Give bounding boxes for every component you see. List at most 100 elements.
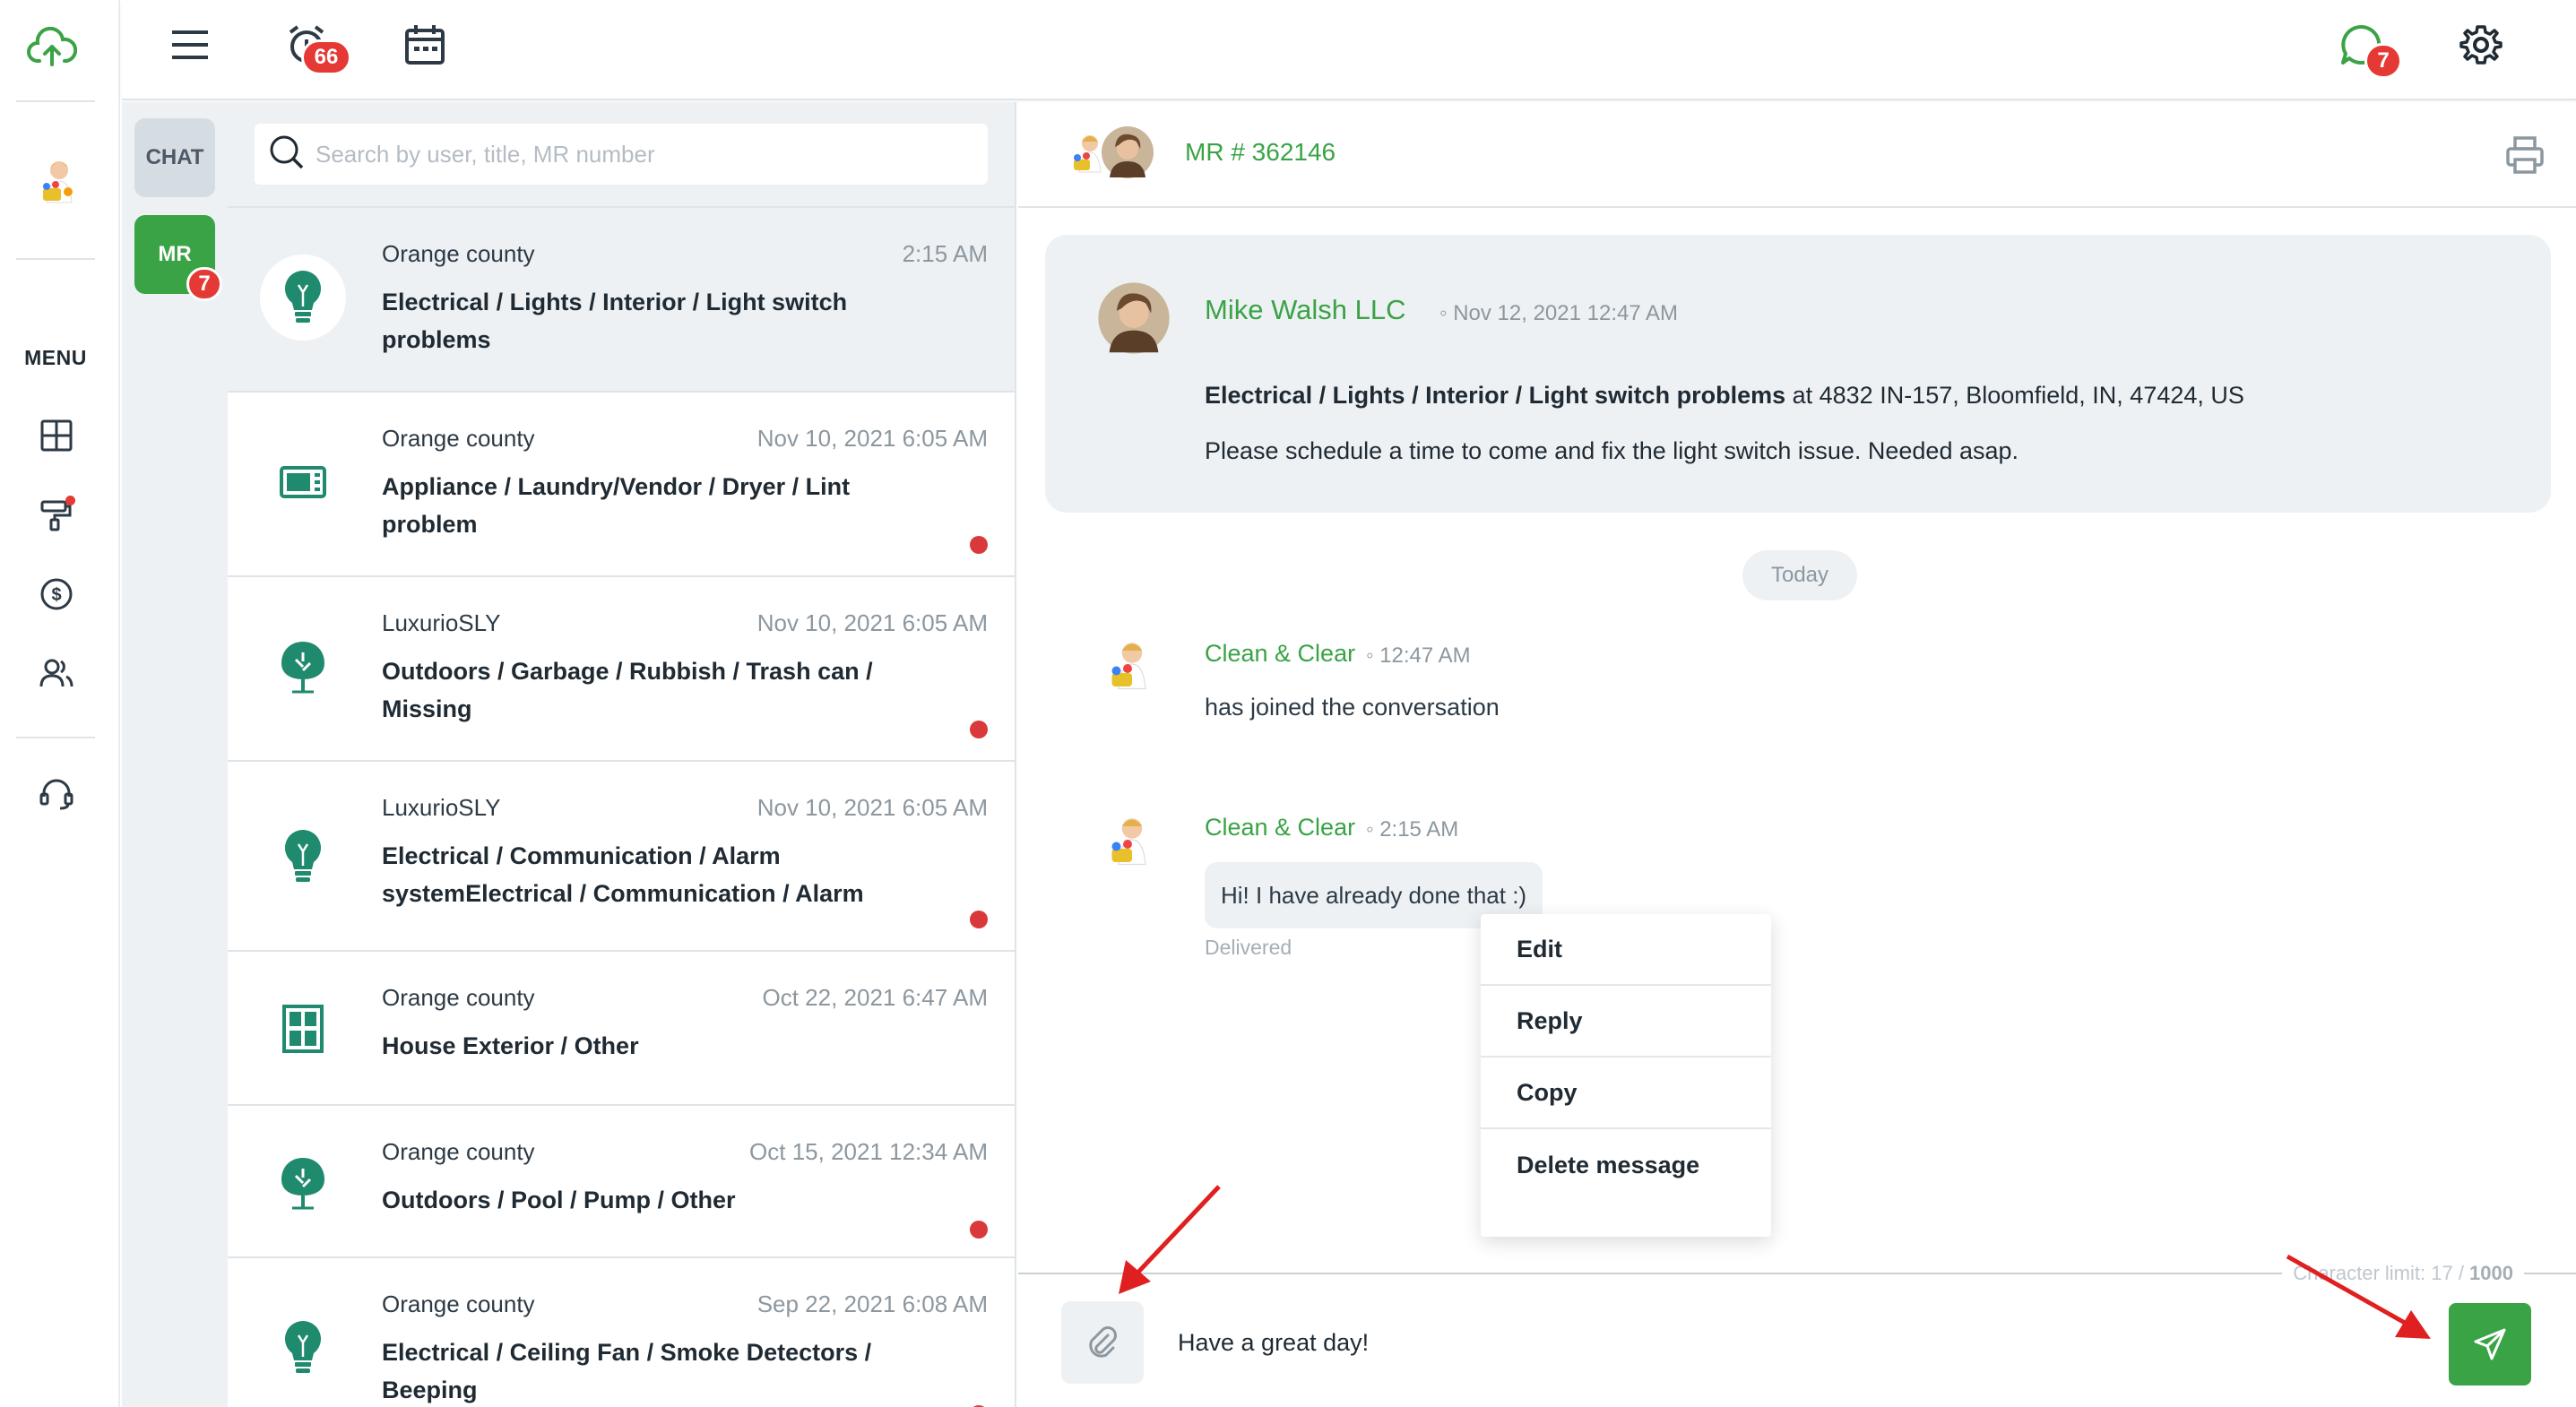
message-input[interactable] [1178, 1317, 2343, 1368]
conversation-item[interactable]: Orange county Oct 22, 2021 6:47 AM House… [228, 952, 1015, 1106]
conversation-title: Outdoors / Pool / Pump / Other [382, 1187, 736, 1213]
settings-gear-icon[interactable] [2456, 20, 2506, 70]
print-icon[interactable] [2504, 134, 2546, 176]
sender-avatar [1101, 808, 1163, 871]
conversation-time: Nov 10, 2021 6:05 AM [756, 425, 988, 452]
alerts-count-badge: 66 [301, 39, 351, 75]
mr-number: MR # 362146 [1185, 138, 1336, 166]
svg-text:$: $ [51, 585, 61, 605]
cloud-upload-logo-icon[interactable] [27, 26, 78, 70]
left-rail: MENU $ [0, 0, 120, 1407]
message-author: Clean & Clear [1205, 814, 1356, 841]
char-limit-text: Character limit: 17 / [2293, 1262, 2470, 1284]
alarm-clock-icon[interactable]: 66 [281, 20, 351, 75]
rail-divider [16, 737, 95, 738]
message-composer: Character limit: 17 / 1000 [1018, 1262, 2576, 1407]
char-limit-max: 1000 [2469, 1262, 2513, 1284]
message-time: ◦ 12:47 AM [1366, 643, 1471, 669]
calendar-icon[interactable] [400, 20, 450, 70]
delivery-status: Delivered [1205, 936, 1292, 959]
copy-menu-item[interactable]: Copy [1481, 1057, 1771, 1129]
company-avatar[interactable] [30, 152, 88, 210]
conversation-time: 2:15 AM [902, 240, 988, 267]
conversation-list: Orange county 2:15 AM Electrical / Light… [228, 102, 1016, 1407]
request-category: Electrical / Lights / Interior / Light s… [1205, 382, 1786, 409]
day-separator: Today [1742, 550, 1857, 600]
attach-button[interactable] [1061, 1301, 1144, 1384]
dot-separator: ◦ [1366, 643, 1380, 668]
conversation-title: Outdoors / Garbage / Rubbish / Trash can… [382, 658, 873, 722]
paperclip-icon [1089, 1326, 1117, 1358]
search-bar [228, 102, 1015, 208]
message-text: has joined the conversation [1205, 694, 1500, 721]
conversation-time: Nov 10, 2021 6:05 AM [756, 794, 988, 821]
window-icon [260, 986, 346, 1072]
rail-divider [16, 100, 95, 102]
dot-separator: ◦ [1366, 817, 1380, 842]
delete-message-menu-item[interactable]: Delete message [1481, 1129, 1771, 1201]
hamburger-menu-icon[interactable] [165, 20, 215, 70]
lightbulb-icon [260, 255, 346, 341]
message-author: Clean & Clear [1205, 640, 1356, 667]
unread-dot [970, 536, 988, 554]
chat-bubble-icon[interactable]: 7 [2336, 20, 2402, 79]
unread-dot [970, 911, 988, 928]
conversation-title: Appliance / Laundry/Vendor / Dryer / Lin… [382, 473, 851, 538]
conversation-item[interactable]: LuxurioSLY Nov 10, 2021 6:05 AM Outdoors… [228, 577, 1015, 762]
top-bar: 66 7 [122, 0, 2576, 100]
mode-switcher: CHAT MR 7 [122, 102, 228, 1407]
headset-icon[interactable] [36, 773, 77, 814]
message-context-menu: Edit Reply Copy Delete message [1481, 914, 1771, 1237]
conversation-time: Nov 10, 2021 6:05 AM [756, 609, 988, 636]
conversation-title: Electrical / Ceiling Fan / Smoke Detecto… [382, 1339, 872, 1403]
mr-mode-label: MR [158, 242, 192, 266]
notification-dot [65, 496, 75, 505]
dot-separator: ◦ [1439, 301, 1454, 325]
request-date-text: Nov 12, 2021 12:47 AM [1453, 301, 1679, 325]
request-address: at 4832 IN-157, Bloomfield, IN, 47424, U… [1785, 382, 2244, 409]
lightbulb-icon [260, 1305, 346, 1391]
conversation-item[interactable]: Orange county Oct 15, 2021 12:34 AM Outd… [228, 1106, 1015, 1258]
search-icon [269, 134, 305, 175]
conversation-location: Orange county [382, 1290, 535, 1317]
mr-mode-button[interactable]: MR 7 [134, 215, 222, 301]
conversation-item[interactable]: Orange county Sep 22, 2021 6:08 AM Elect… [228, 1258, 1015, 1407]
message-time-text: 2:15 AM [1379, 817, 1459, 842]
conversation-title: Electrical / Communication / Alarm syste… [382, 842, 864, 907]
request-date: ◦ Nov 12, 2021 12:47 AM [1439, 301, 1678, 326]
messages-count-badge: 7 [2364, 43, 2402, 79]
unread-dot [970, 1221, 988, 1239]
appliance-icon [260, 439, 346, 525]
conversation-location: Orange county [382, 425, 535, 452]
reply-menu-item[interactable]: Reply [1481, 986, 1771, 1057]
dollar-icon[interactable]: $ [36, 574, 77, 615]
request-author: Mike Walsh LLC [1205, 294, 1406, 325]
tree-icon [260, 624, 346, 710]
conversation-time: Sep 22, 2021 6:08 AM [756, 1290, 988, 1317]
tree-icon [260, 1140, 346, 1226]
request-summary: Electrical / Lights / Interior / Light s… [1205, 382, 2244, 410]
conversation-title: House Exterior / Other [382, 1032, 639, 1059]
conversation-location: Orange county [382, 984, 535, 1011]
conversation-location: LuxurioSLY [382, 794, 501, 821]
conversation-location: LuxurioSLY [382, 609, 501, 636]
search-input[interactable] [316, 140, 988, 168]
message-time-text: 12:47 AM [1379, 643, 1471, 668]
send-button[interactable] [2449, 1303, 2531, 1385]
conversation-title: Electrical / Lights / Interior / Light s… [382, 289, 848, 353]
conversation-item[interactable]: LuxurioSLY Nov 10, 2021 6:05 AM Electric… [228, 762, 1015, 952]
search-box [255, 124, 988, 185]
edit-menu-item[interactable]: Edit [1481, 914, 1771, 986]
dashboard-icon[interactable] [36, 415, 77, 456]
conversation-time: Oct 22, 2021 6:47 AM [762, 984, 989, 1011]
sender-avatar [1101, 633, 1163, 695]
conversation-time: Oct 15, 2021 12:34 AM [749, 1138, 988, 1165]
character-limit: Character limit: 17 / 1000 [2282, 1262, 2524, 1285]
chat-panel: MR # 362146 Mike Walsh LLC ◦ Nov 12, 202… [1018, 102, 2576, 1407]
users-icon[interactable] [36, 652, 77, 694]
conversation-item[interactable]: Orange county 2:15 AM Electrical / Light… [228, 208, 1015, 393]
chat-mode-button[interactable]: CHAT [134, 118, 215, 197]
paint-roller-icon[interactable] [36, 494, 77, 535]
rail-divider [16, 258, 95, 260]
conversation-item[interactable]: Orange county Nov 10, 2021 6:05 AM Appli… [228, 393, 1015, 577]
